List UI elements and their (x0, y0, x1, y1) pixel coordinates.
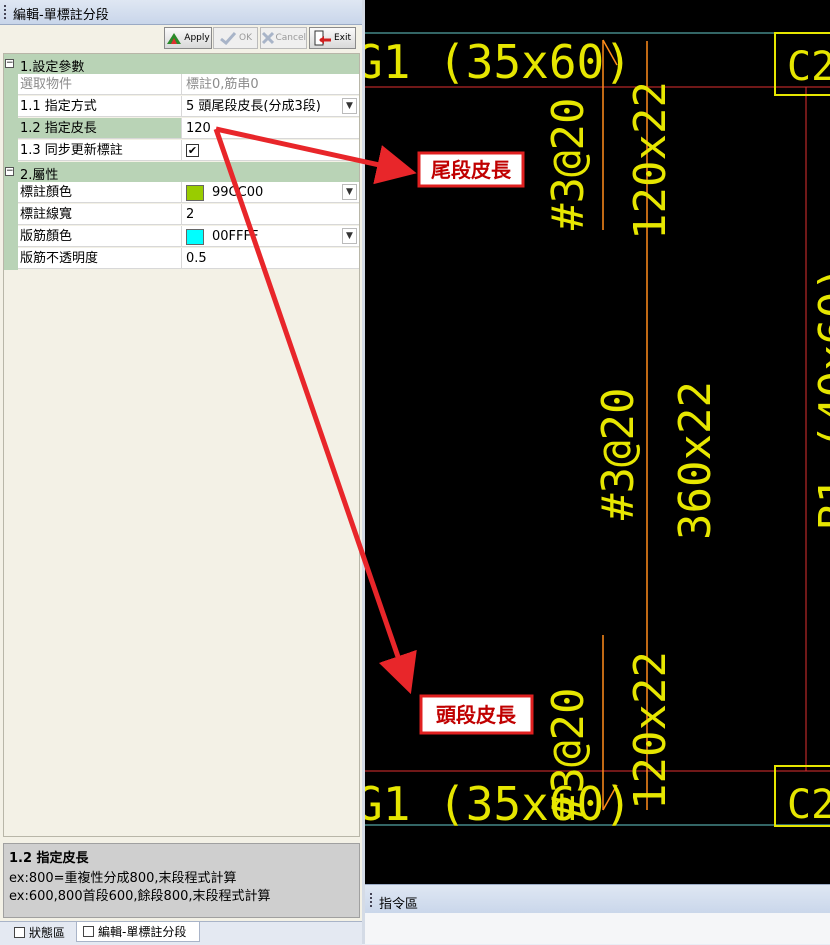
chevron-down-icon[interactable]: ▼ (342, 98, 357, 114)
apply-label: Apply (184, 33, 210, 43)
column-label-bottom: C2 (787, 782, 830, 828)
top-rebar-length: 120x22 (625, 81, 676, 240)
apply-icon (167, 33, 182, 44)
chevron-down-icon[interactable]: ▼ (342, 228, 357, 244)
check-icon (220, 31, 237, 45)
property-name: 版筋顏色 (18, 226, 182, 247)
edit-panel: 編輯-單標註分段 Apply OK Cancel Exit − 1.設定參數 選… (0, 0, 362, 945)
ok-label: OK (239, 33, 252, 43)
help-line: ex:800=重複性分成800,末段程式計算 (9, 871, 237, 886)
cad-canvas[interactable]: G1 (35x60) G1 (35x60) C2 C2 B1 (40x60) #… (365, 0, 830, 884)
row-rebar-color[interactable]: 版筋顏色 00FFFF ▼ (4, 226, 359, 248)
skin-length-input[interactable]: 120 (182, 118, 359, 139)
exit-door-icon (314, 30, 331, 46)
property-name: 1.2 指定皮長 (18, 118, 182, 139)
color-swatch (186, 228, 204, 245)
help-line: ex:600,800首段600,餘段800,末段程式計算 (9, 889, 271, 904)
cancel-button[interactable]: Cancel (260, 27, 307, 49)
property-name: 標註線寬 (18, 204, 182, 225)
annotation-color-select[interactable]: 99CC00 ▼ (182, 182, 359, 203)
panel-title: 編輯-單標註分段 (13, 8, 109, 23)
mid-rebar-count: #3@20 (593, 388, 644, 520)
column-label-top: C2 (787, 44, 830, 90)
top-rebar-count: #3@20 (543, 98, 594, 230)
cad-drawing: G1 (35x60) G1 (35x60) C2 C2 B1 (40x60) #… (365, 32, 830, 831)
ok-button[interactable]: OK (213, 27, 258, 49)
bottom-tabs: 狀態區 編輯-單標註分段 (0, 921, 362, 945)
collapse-icon[interactable]: − (5, 167, 14, 176)
property-name: 選取物件 (18, 74, 182, 95)
bot-rebar-count: #3@20 (543, 688, 594, 820)
cancel-icon (261, 31, 274, 45)
method-value: 5 頭尾段皮長(分成3段) (186, 99, 321, 114)
beam-label-top: G1 (35x60) (365, 35, 632, 89)
row-annotation-color[interactable]: 標註顏色 99CC00 ▼ (4, 182, 359, 204)
command-input-area[interactable] (365, 913, 830, 944)
row-rebar-opacity[interactable]: 版筋不透明度 0.5 (4, 248, 359, 270)
property-name: 1.3 同步更新標註 (18, 140, 182, 161)
cancel-label: Cancel (275, 33, 307, 43)
help-box: 1.2 指定皮長 ex:800=重複性分成800,末段程式計算 ex:600,8… (3, 843, 360, 918)
list-icon (83, 926, 94, 937)
row-line-width[interactable]: 標註線寬 2 (4, 204, 359, 226)
opacity-input[interactable]: 0.5 (182, 248, 359, 269)
tab-status[interactable]: 狀態區 (8, 922, 78, 942)
category-label: 2.屬性 (20, 168, 59, 183)
mid-rebar-length: 360x22 (670, 381, 721, 540)
rebar-color-select[interactable]: 00FFFF ▼ (182, 226, 359, 247)
color-value: 99CC00 (212, 185, 264, 200)
apply-button[interactable]: Apply (164, 27, 212, 49)
category-settings[interactable]: − 1.設定參數 (4, 54, 359, 75)
command-area-bar: 指令區 (365, 884, 830, 914)
row-method[interactable]: 1.1 指定方式 5 頭尾段皮長(分成3段) ▼ (4, 96, 359, 118)
color-value: 00FFFF (212, 229, 259, 244)
row-sync-update[interactable]: 1.3 同步更新標註 ✔ (4, 140, 359, 162)
sync-cell: ✔ (182, 140, 359, 161)
callout-head-label: 頭段皮長 (436, 703, 517, 727)
help-title: 1.2 指定皮長 (9, 851, 89, 866)
callout-tail-label: 尾段皮長 (431, 158, 512, 182)
grip-icon[interactable] (4, 5, 6, 19)
tab-edit-segment[interactable]: 編輯-單標註分段 (76, 922, 200, 942)
bot-rebar-length: 120x22 (625, 651, 676, 810)
exit-label: Exit (333, 33, 352, 43)
tab-label: 編輯-單標註分段 (98, 925, 187, 939)
property-name: 標註顏色 (18, 182, 182, 203)
grip-icon[interactable] (370, 893, 372, 907)
row-skin-length[interactable]: 1.2 指定皮長 120 (4, 118, 359, 140)
property-value: 標註0,筋串0 (182, 74, 359, 95)
sync-checkbox[interactable]: ✔ (186, 144, 199, 157)
panel-toolbar: Apply OK Cancel Exit (0, 25, 362, 53)
panel-title-bar: 編輯-單標註分段 (0, 0, 362, 25)
method-select[interactable]: 5 頭尾段皮長(分成3段) ▼ (182, 96, 359, 117)
property-name: 1.1 指定方式 (18, 96, 182, 117)
command-area-label: 指令區 (379, 897, 419, 912)
tab-label: 狀態區 (29, 925, 66, 940)
exit-button[interactable]: Exit (309, 27, 356, 49)
category-attributes[interactable]: − 2.屬性 (4, 162, 359, 183)
chevron-down-icon[interactable]: ▼ (342, 184, 357, 200)
line-width-input[interactable]: 2 (182, 204, 359, 225)
property-grid: − 1.設定參數 選取物件 標註0,筋串0 1.1 指定方式 5 頭尾段皮長(分… (3, 53, 360, 837)
color-swatch (186, 184, 204, 201)
property-name: 版筋不透明度 (18, 248, 182, 269)
list-icon (14, 926, 25, 938)
category-label: 1.設定參數 (20, 60, 85, 75)
row-selected-objects: 選取物件 標註0,筋串0 (4, 74, 359, 96)
side-beam-label: B1 (40x60) (810, 265, 830, 530)
collapse-icon[interactable]: − (5, 59, 14, 68)
